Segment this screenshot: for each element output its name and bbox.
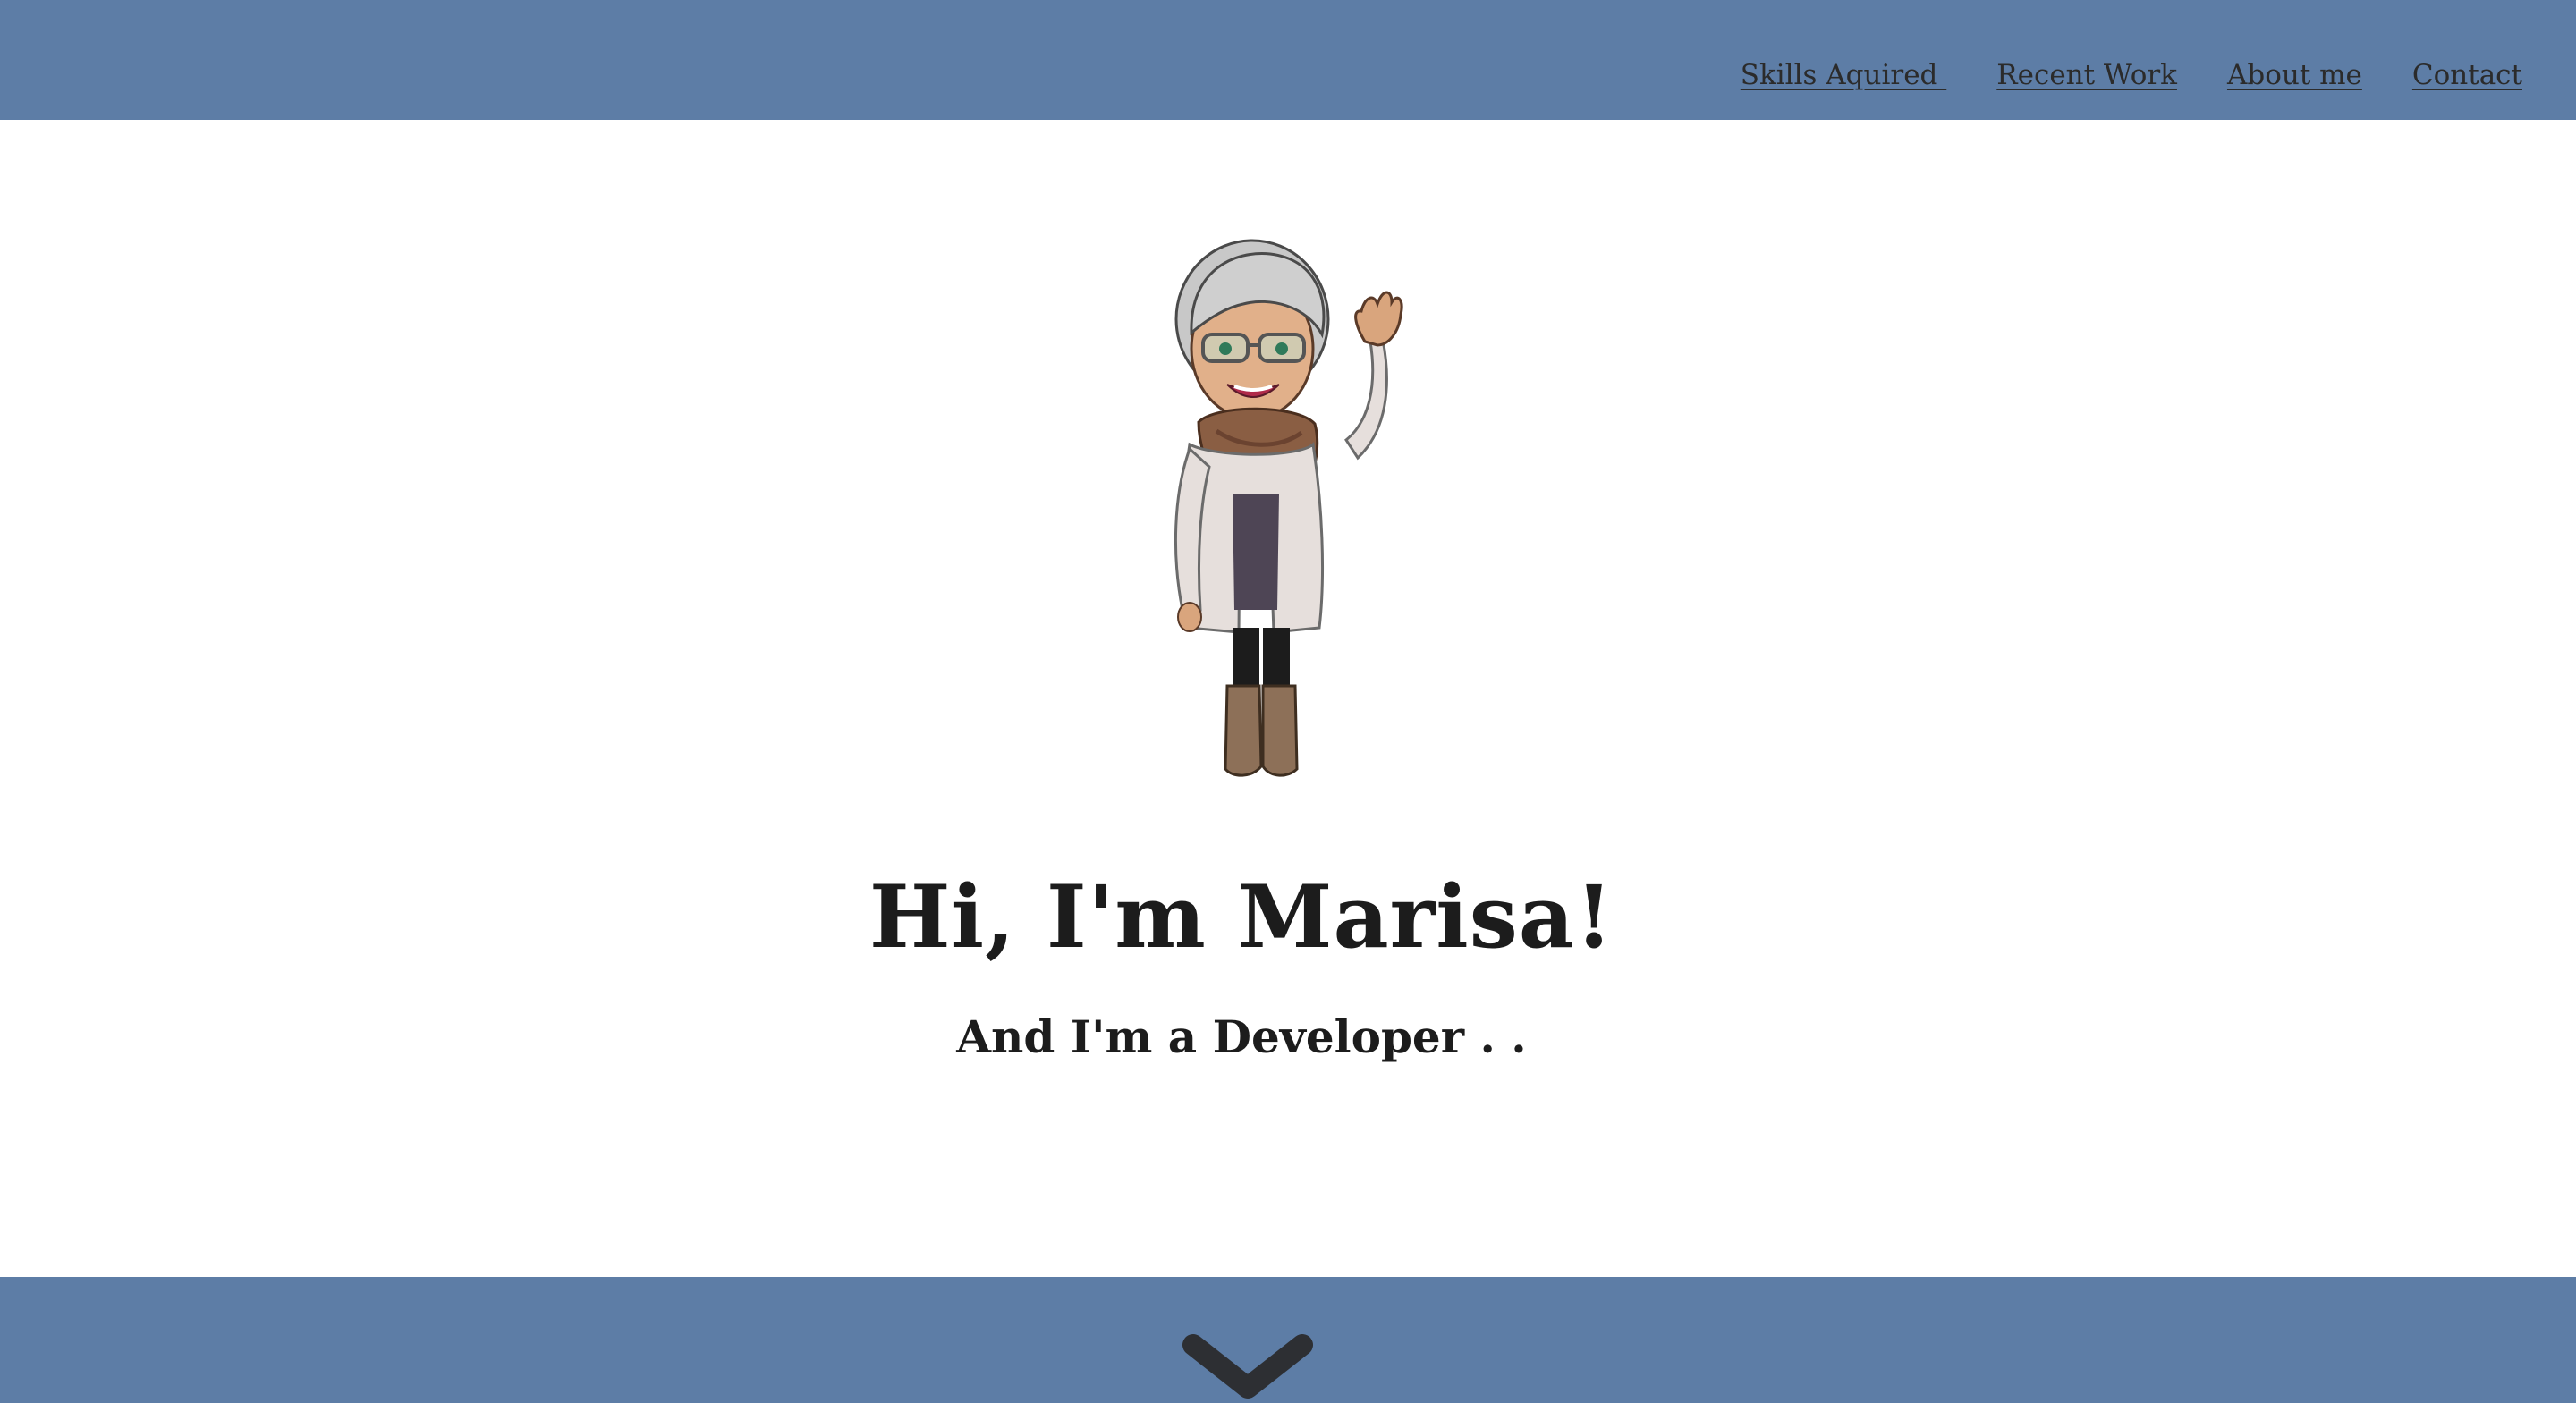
nav-link-recent-work[interactable]: Recent Work <box>1996 59 2177 91</box>
hero-title: Hi, I'm Marisa! <box>869 866 1614 968</box>
top-navigation-bar: Skills Aquired Recent Work About me Cont… <box>0 0 2576 120</box>
avatar-illustration <box>1163 234 1449 789</box>
hero-subtitle: And I'm a Developer . . <box>956 1010 1527 1063</box>
nav-link-about-me[interactable]: About me <box>2227 59 2362 91</box>
nav-link-skills[interactable]: Skills Aquired <box>1741 59 1947 91</box>
chevron-down-icon[interactable] <box>1181 1332 1315 1403</box>
nav-link-contact[interactable]: Contact <box>2412 59 2522 91</box>
main-nav: Skills Aquired Recent Work About me Cont… <box>1741 59 2522 91</box>
